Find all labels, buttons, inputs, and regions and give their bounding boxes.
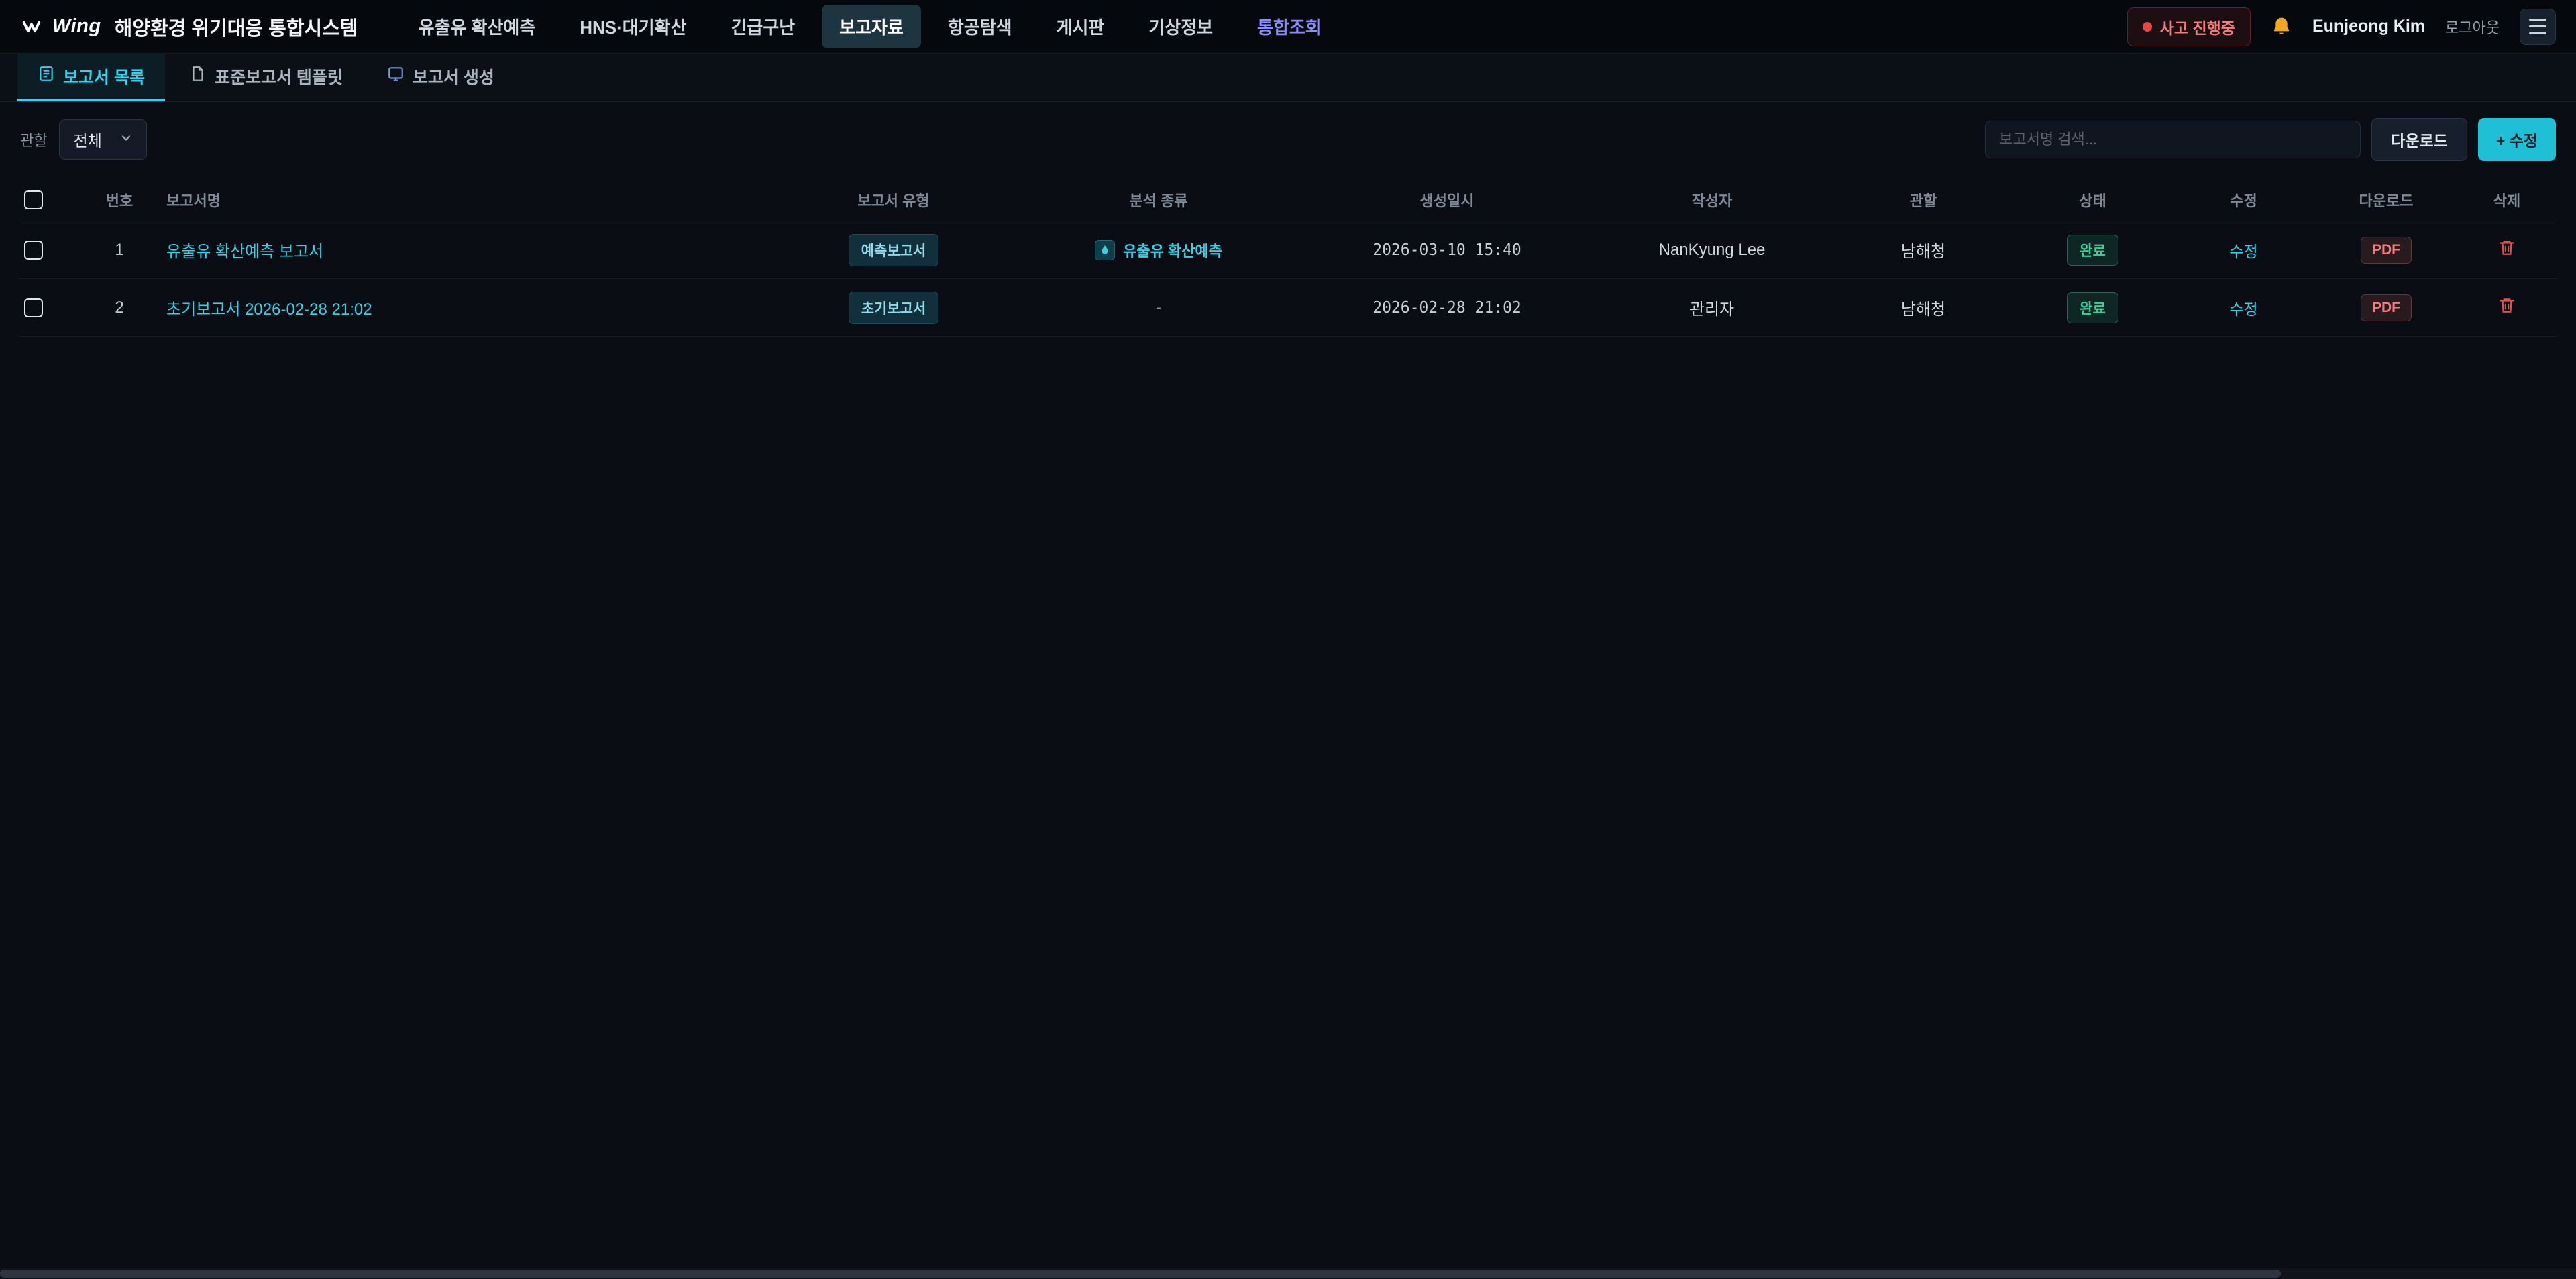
notification-bell-icon[interactable] xyxy=(2271,16,2292,38)
logo-text: Wing xyxy=(52,15,101,38)
col-header-name: 보고서명 xyxy=(166,189,773,211)
delete-button[interactable] xyxy=(2498,239,2516,258)
col-header-type: 보고서 유형 xyxy=(773,189,1014,211)
table-row: 2 초기보고서 2026-02-28 21:02 초기보고서 - 2026-02… xyxy=(19,279,2557,337)
droplet-icon xyxy=(1095,240,1115,260)
wing-logo-icon xyxy=(20,17,43,37)
author-name: 관리자 xyxy=(1591,296,1833,319)
status-badge: 완료 xyxy=(2067,292,2118,323)
col-header-author: 작성자 xyxy=(1591,189,1833,211)
status-badge: 완료 xyxy=(2067,235,2118,266)
delete-button[interactable] xyxy=(2498,296,2516,316)
col-header-analysis: 분석 종류 xyxy=(1014,189,1303,211)
report-tabbar: 보고서 목록 표준보고서 템플릿 보고서 생성 xyxy=(0,54,2576,102)
created-datetime: 2026-02-28 21:02 xyxy=(1303,299,1591,317)
incident-dot-icon xyxy=(2143,22,2152,32)
report-name-link[interactable]: 초기보고서 2026-02-28 21:02 xyxy=(166,300,372,319)
table-header-row: 번호 보고서명 보고서 유형 분석 종류 생성일시 작성자 관할 상태 수정 다… xyxy=(19,178,2557,221)
edit-link[interactable]: 수정 xyxy=(2229,243,2257,260)
menu-hamburger-icon[interactable] xyxy=(2520,9,2556,45)
jurisdiction-select[interactable]: 전체 xyxy=(59,119,146,160)
nav-item-integrated-search[interactable]: 통합조회 xyxy=(1240,5,1339,48)
analysis-type-label: - xyxy=(1014,298,1303,317)
nav-item-emergency-rescue[interactable]: 긴급구난 xyxy=(713,5,812,48)
table-row: 1 유출유 확산예측 보고서 예측보고서 유출유 확산예측 2026-03-10… xyxy=(19,221,2557,279)
row-number: 2 xyxy=(72,298,166,317)
tab-report-list[interactable]: 보고서 목록 xyxy=(17,54,165,101)
incident-badge-label: 사고 진행중 xyxy=(2160,15,2235,38)
tab-report-create-label: 보고서 생성 xyxy=(413,64,494,89)
filter-toolbar: 관할 전체 다운로드 + 수정 xyxy=(0,102,2576,174)
created-datetime: 2026-03-10 15:40 xyxy=(1303,241,1591,259)
logout-button[interactable]: 로그아웃 xyxy=(2445,16,2500,38)
col-header-jurisdiction: 관할 xyxy=(1833,189,2014,211)
report-search-input[interactable] xyxy=(1985,121,2361,158)
col-header-no: 번호 xyxy=(72,189,166,211)
jurisdiction-value: 남해청 xyxy=(1833,296,2014,319)
col-header-delete: 삭제 xyxy=(2457,189,2557,211)
col-header-edit: 수정 xyxy=(2171,189,2316,211)
nav-item-aerial-search[interactable]: 항공탐색 xyxy=(930,5,1030,48)
nav-item-weather-info[interactable]: 기상정보 xyxy=(1131,5,1230,48)
nav-item-hns-atmospheric[interactable]: HNS·대기확산 xyxy=(562,5,704,48)
col-header-download: 다운로드 xyxy=(2316,189,2457,211)
row-checkbox[interactable] xyxy=(24,241,43,260)
app-title: 해양환경 위기대응 통합시스템 xyxy=(115,13,358,41)
report-list-icon xyxy=(38,65,55,87)
app-logo[interactable]: Wing 해양환경 위기대응 통합시스템 xyxy=(20,13,358,41)
horizontal-scrollbar[interactable] xyxy=(0,1268,2576,1279)
primary-nav: 유출유 확산예측 HNS·대기확산 긴급구난 보고자료 항공탐색 게시판 기상정… xyxy=(401,5,1339,48)
user-name: Eunjeong Kim xyxy=(2312,17,2425,36)
report-type-badge: 초기보고서 xyxy=(849,292,939,324)
tab-report-create[interactable]: 보고서 생성 xyxy=(367,54,515,101)
row-number: 1 xyxy=(72,241,166,260)
pdf-download-button[interactable]: PDF xyxy=(2361,237,2412,264)
report-table: 번호 보고서명 보고서 유형 분석 종류 생성일시 작성자 관할 상태 수정 다… xyxy=(0,174,2576,337)
col-header-status: 상태 xyxy=(2014,189,2171,211)
tab-standard-template-label: 표준보고서 템플릿 xyxy=(215,64,343,89)
tab-report-list-label: 보고서 목록 xyxy=(63,64,145,89)
nav-item-reports[interactable]: 보고자료 xyxy=(822,5,921,48)
topnav-right-group: 사고 진행중 Eunjeong Kim 로그아웃 xyxy=(2127,7,2556,46)
nav-item-oil-spill-prediction[interactable]: 유출유 확산예측 xyxy=(401,5,553,48)
report-name-link[interactable]: 유출유 확산예측 보고서 xyxy=(166,243,323,261)
report-create-icon xyxy=(387,65,405,87)
analysis-type-label: 유출유 확산예측 xyxy=(1123,239,1222,261)
template-file-icon xyxy=(189,65,207,87)
top-navigation-bar: Wing 해양환경 위기대응 통합시스템 유출유 확산예측 HNS·대기확산 긴… xyxy=(0,0,2576,54)
tab-standard-template[interactable]: 표준보고서 템플릿 xyxy=(169,54,363,101)
trash-icon xyxy=(2498,239,2516,258)
create-button[interactable]: + 수정 xyxy=(2478,118,2556,161)
download-button[interactable]: 다운로드 xyxy=(2371,118,2467,161)
author-name: NanKyung Lee xyxy=(1591,241,1833,260)
select-all-checkbox[interactable] xyxy=(24,190,43,209)
edit-link[interactable]: 수정 xyxy=(2229,300,2257,318)
nav-item-board[interactable]: 게시판 xyxy=(1039,5,1122,48)
pdf-download-button[interactable]: PDF xyxy=(2361,294,2412,321)
jurisdiction-select-value: 전체 xyxy=(73,128,101,151)
incident-status-badge[interactable]: 사고 진행중 xyxy=(2127,7,2251,46)
row-checkbox[interactable] xyxy=(24,298,43,317)
filter-right-group: 다운로드 + 수정 xyxy=(1985,118,2556,161)
report-type-badge: 예측보고서 xyxy=(849,234,939,266)
trash-icon xyxy=(2498,296,2516,316)
jurisdiction-filter-label: 관할 xyxy=(20,129,47,150)
col-header-created: 생성일시 xyxy=(1303,189,1591,211)
scrollbar-thumb[interactable] xyxy=(0,1270,2281,1278)
jurisdiction-value: 남해청 xyxy=(1833,238,2014,262)
chevron-down-icon xyxy=(119,131,133,149)
